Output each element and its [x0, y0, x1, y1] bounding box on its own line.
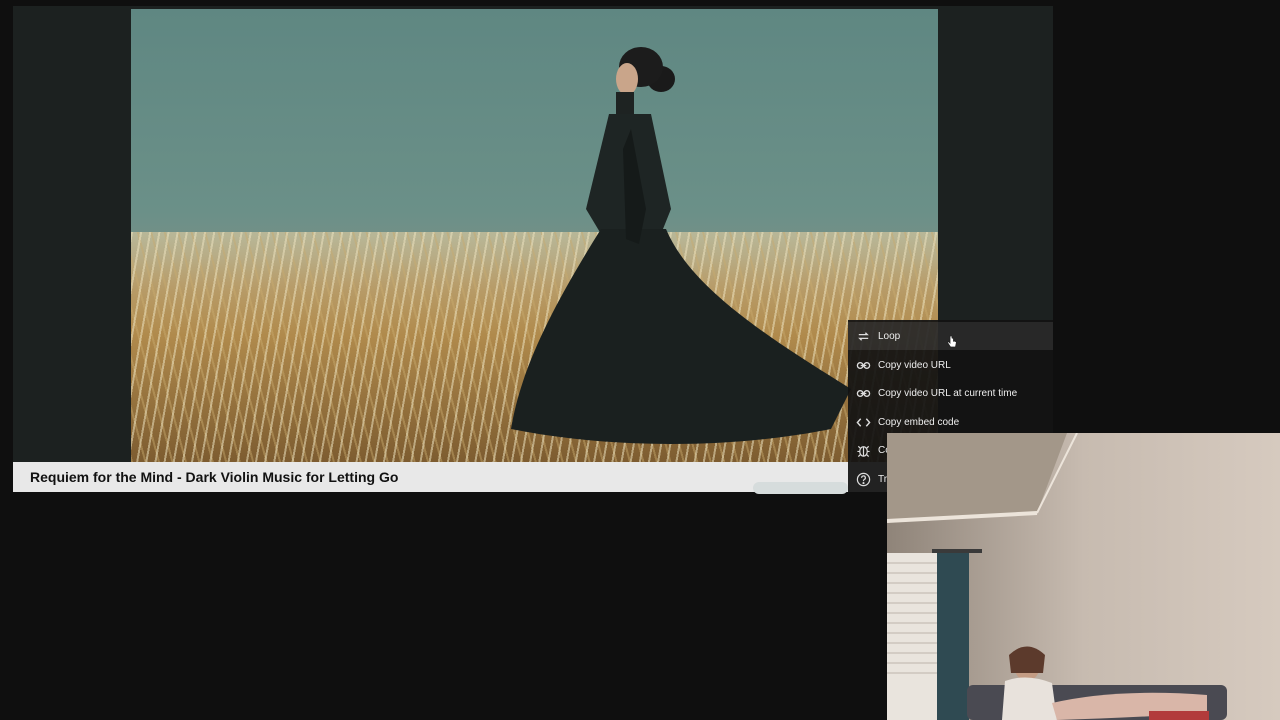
link-icon: [848, 358, 878, 373]
video-title-bar: Requiem for the Mind - Dark Violin Music…: [13, 462, 888, 494]
context-menu-label: Copy video URL at current time: [878, 387, 1018, 399]
context-menu-label: Loop: [878, 330, 901, 342]
link-icon: [848, 386, 878, 401]
embed-code-icon: [848, 415, 878, 430]
help-icon: [848, 472, 878, 487]
webcam-room-scene: [887, 433, 1280, 720]
webcam-overlay: [887, 433, 1280, 720]
context-menu-item-copy-url-at-time[interactable]: Copy video URL at current time: [848, 379, 1053, 407]
hand-cursor-icon: [946, 335, 957, 348]
context-menu-label: Copy embed code: [878, 416, 960, 428]
video-title: Requiem for the Mind - Dark Violin Music…: [30, 469, 399, 485]
video-frame[interactable]: [131, 9, 938, 462]
context-menu-item-copy-embed-code[interactable]: Copy embed code: [848, 408, 1053, 436]
context-menu-item-copy-video-url[interactable]: Copy video URL: [848, 351, 1053, 379]
faded-subtitle-chip: [753, 482, 848, 494]
woman-in-black-dress-figure: [511, 47, 851, 444]
loop-icon: [848, 329, 878, 344]
context-menu-label: Tr: [878, 473, 888, 485]
context-menu-label: Copy video URL: [878, 359, 951, 371]
bug-icon: [848, 443, 878, 458]
